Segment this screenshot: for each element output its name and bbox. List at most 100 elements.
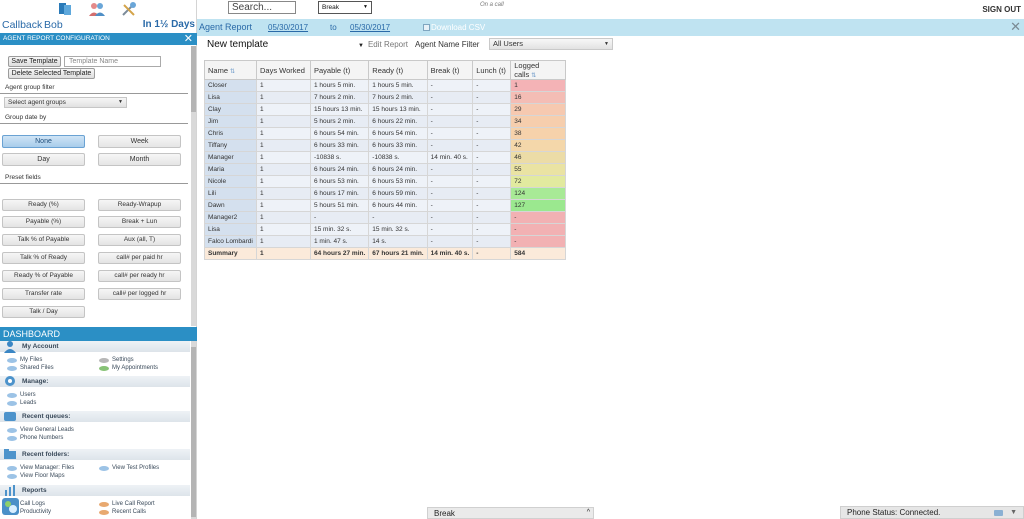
cell-break: - — [426, 139, 474, 152]
link-view-manager-files[interactable]: View Manager: Files — [6, 465, 74, 472]
folder-icon — [99, 466, 109, 471]
preset-talk-per-day[interactable]: Talk / Day — [2, 306, 85, 318]
close-icon[interactable]: ✕ — [184, 32, 193, 45]
dashboard-scrollbar[interactable] — [191, 341, 196, 519]
keypad-icon[interactable] — [994, 510, 1003, 516]
dashboard-section-recent-folders[interactable]: Recent folders: — [0, 449, 190, 460]
table-row[interactable]: Clay 1 15 hours 13 min. 15 hours 13 min. - -2… — [204, 103, 567, 116]
user-name[interactable]: Bob — [44, 19, 63, 31]
config-scrollbar[interactable] — [191, 46, 196, 326]
link-my-files[interactable]: My Files — [6, 357, 42, 364]
table-row[interactable]: Maria 1 6 hours 24 min. 6 hours 24 min. - -55 — [204, 163, 567, 176]
live-report-icon — [99, 502, 109, 507]
table-row[interactable]: Jim 1 5 hours 2 min. 6 hours 22 min. - -34 — [204, 115, 567, 128]
group-by-week-button[interactable]: Week — [98, 135, 181, 148]
preset-talk-pct-ready[interactable]: Talk % of Ready — [2, 252, 85, 264]
link-view-floor-maps[interactable]: View Floor Maps — [6, 473, 65, 480]
link-view-general-leads[interactable]: View General Leads — [6, 427, 74, 434]
dashboard-section-manage[interactable]: Manage: — [0, 376, 190, 387]
preset-break-lunch[interactable]: Break + Lun — [98, 216, 181, 228]
close-icon[interactable]: ✕ — [1010, 19, 1021, 35]
callback-days: In 1½ Days — [142, 19, 195, 30]
delete-template-button[interactable]: Delete Selected Template — [8, 68, 95, 79]
preset-calls-per-ready-hr[interactable]: call# per ready hr — [98, 270, 181, 282]
column-header-days-worked[interactable]: Days Worked — [256, 60, 311, 80]
link-live-call-report[interactable]: Live Call Report — [98, 501, 155, 508]
users-icon[interactable] — [88, 1, 106, 17]
dashboard-section-recent-queues[interactable]: Recent queues: — [0, 411, 190, 422]
date-to-link[interactable]: 05/30/2017 — [350, 23, 390, 32]
app-launcher-icon[interactable] — [2, 498, 19, 515]
table-row[interactable]: Falco Lombardi 1 1 min. 47 s. 14 s. - - - — [204, 235, 567, 248]
preset-calls-per-logged-hr[interactable]: call# per logged hr — [98, 288, 181, 300]
preset-transfer-rate[interactable]: Transfer rate — [2, 288, 85, 300]
agent-name-filter-select[interactable]: All Users ▼ — [489, 38, 613, 50]
column-header-name[interactable]: Name ⇅ — [204, 60, 257, 80]
table-row[interactable]: Manager2 1- - - - - — [204, 211, 567, 224]
sign-out-button[interactable]: SIGN OUT — [982, 5, 1021, 14]
table-row[interactable]: Nicole 1 6 hours 53 min. 6 hours 53 min. - -7… — [204, 175, 567, 188]
files-icon[interactable] — [56, 1, 74, 17]
edit-report-button[interactable]: ▼ Edit Report — [358, 40, 408, 49]
save-template-button[interactable]: Save Template — [8, 56, 61, 67]
table-row[interactable]: Lili 1 6 hours 17 min. 6 hours 59 min. - -124 — [204, 187, 567, 200]
left-sidebar: Callback Bob In 1½ Days AGENT REPORT CON… — [0, 0, 197, 519]
chevron-down-icon[interactable]: ▼ — [1010, 507, 1017, 519]
agent-status-select[interactable]: Break ▼ — [318, 1, 372, 14]
column-header-logged-calls[interactable]: Logged calls ⇅ — [510, 60, 567, 80]
dashboard-scrollbar-thumb[interactable] — [191, 347, 196, 517]
cell-logged-calls: 34 — [510, 115, 567, 128]
link-leads[interactable]: Leads — [6, 400, 36, 407]
template-name-input[interactable]: Template Name — [64, 56, 161, 67]
preset-ready-pct[interactable]: Ready (%) — [2, 199, 85, 211]
cell-name: Lili — [204, 187, 257, 200]
table-row[interactable]: Tiffany 1 6 hours 33 min. 6 hours 33 min. - -… — [204, 139, 567, 152]
table-row[interactable]: Lisa 1 7 hours 2 min. 7 hours 2 min. - -16 — [204, 91, 567, 104]
config-scrollbar-thumb[interactable] — [191, 46, 196, 112]
callback-link[interactable]: Callback — [2, 19, 42, 31]
sort-icon: ⇅ — [531, 73, 537, 79]
report-title: Agent Report — [199, 22, 253, 32]
cell-ready: 6 hours 54 min. — [368, 127, 428, 140]
dashboard-section-reports[interactable]: Reports — [0, 485, 190, 496]
cell-days-worked: 1 — [256, 223, 311, 236]
link-shared-files[interactable]: Shared Files — [6, 365, 54, 372]
column-header-payable[interactable]: Payable (t) — [309, 60, 370, 80]
table-row[interactable]: Manager 1 -10838 s. -10838 s. 14 min. 40 s. -… — [204, 151, 567, 164]
link-my-appointments[interactable]: My Appointments — [98, 365, 158, 372]
tools-icon[interactable] — [120, 1, 138, 17]
status-bar[interactable]: Break ^ — [427, 507, 594, 519]
link-users[interactable]: Users — [6, 392, 36, 399]
link-settings[interactable]: Settings — [98, 357, 134, 364]
preset-ready-pct-payable[interactable]: Ready % of Payable — [2, 270, 85, 282]
dashboard-section-my-account[interactable]: My Account — [0, 341, 190, 353]
agent-groups-select[interactable]: Select agent groups ▼ — [4, 97, 127, 108]
preset-ready-wrapup[interactable]: Ready-Wrapup — [98, 199, 181, 211]
search-input[interactable]: Search... — [228, 1, 296, 14]
table-row[interactable]: Lisa 1 15 min. 32 s. 15 min. 32 s. - - - — [204, 223, 567, 236]
preset-aux-all[interactable]: Aux (all, T) — [98, 234, 181, 246]
group-by-day-button[interactable]: Day — [2, 153, 85, 166]
preset-payable-pct[interactable]: Payable (%) — [2, 216, 85, 228]
table-row[interactable]: Closer 1 1 hours 5 min. 1 hours 5 min. - -1 — [204, 79, 567, 92]
preset-calls-per-paid-hr[interactable]: call# per paid hr — [98, 252, 181, 264]
cell-days-worked: 1 — [256, 91, 311, 104]
preset-talk-pct-payable[interactable]: Talk % of Payable — [2, 234, 85, 246]
section-title: Reports — [22, 487, 47, 494]
cell-ready: 15 hours 13 min. — [368, 103, 428, 116]
link-phone-numbers[interactable]: Phone Numbers — [6, 435, 63, 442]
table-row[interactable]: Dawn 1 5 hours 51 min. 6 hours 44 min. - -127 — [204, 199, 567, 212]
column-header-ready[interactable]: Ready (t) — [368, 60, 428, 80]
date-from-link[interactable]: 05/30/2017 — [268, 23, 308, 32]
download-csv-button[interactable]: Download CSV — [423, 23, 485, 32]
group-by-month-button[interactable]: Month — [98, 153, 181, 166]
cell-logged-calls: - — [510, 211, 567, 224]
column-header-break[interactable]: Break (t) — [426, 60, 474, 80]
config-header-title: AGENT REPORT CONFIGURATION — [3, 35, 110, 42]
link-recent-calls[interactable]: Recent Calls — [98, 509, 146, 516]
column-header-lunch[interactable]: Lunch (t) — [472, 60, 512, 80]
link-view-test-profiles[interactable]: View Test Profiles — [98, 465, 159, 472]
table-row[interactable]: Chris 1 6 hours 54 min. 6 hours 54 min. - -38 — [204, 127, 567, 140]
cell-lunch: - — [472, 79, 512, 92]
group-by-none-button[interactable]: None — [2, 135, 85, 148]
